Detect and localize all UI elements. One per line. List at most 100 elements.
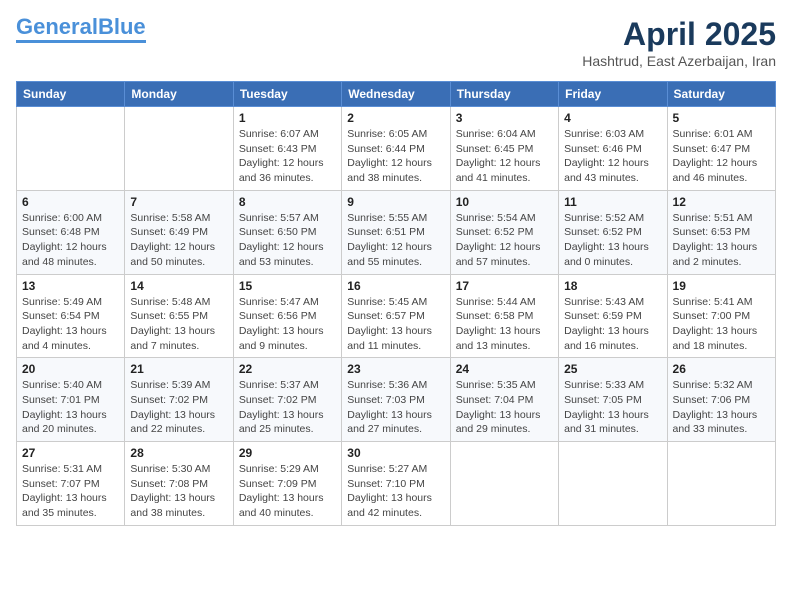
calendar-week-4: 20Sunrise: 5:40 AM Sunset: 7:01 PM Dayli… [17,358,776,442]
calendar-cell: 2 Sunrise: 6:05 AM Sunset: 6:44 PM Daylig… [342,107,450,191]
day-number: 12 [673,195,770,209]
day-header-thursday: Thursday [450,82,558,107]
day-info: Sunrise: 5:48 AM Sunset: 6:55 PM Dayligh… [130,295,227,354]
day-number: 6 [22,195,119,209]
day-info: Sunrise: 6:00 AM Sunset: 6:48 PM Dayligh… [22,211,119,270]
logo-general: General [16,14,98,39]
page-header: GeneralBlue April 2025 Hashtrud, East Az… [16,16,776,69]
day-header-sunday: Sunday [17,82,125,107]
calendar-cell [559,442,667,526]
day-header-wednesday: Wednesday [342,82,450,107]
calendar-cell: 7 Sunrise: 5:58 AM Sunset: 6:49 PM Daylig… [125,190,233,274]
calendar-cell [125,107,233,191]
title-block: April 2025 Hashtrud, East Azerbaijan, Ir… [582,16,776,69]
day-info: Sunrise: 6:01 AM Sunset: 6:47 PM Dayligh… [673,127,770,186]
day-number: 1 [239,111,336,125]
day-number: 5 [673,111,770,125]
day-number: 24 [456,362,553,376]
day-number: 9 [347,195,444,209]
calendar-cell: 9 Sunrise: 5:55 AM Sunset: 6:51 PM Daylig… [342,190,450,274]
day-number: 7 [130,195,227,209]
calendar-cell: 13Sunrise: 5:49 AM Sunset: 6:54 PM Dayli… [17,274,125,358]
calendar-cell: 21Sunrise: 5:39 AM Sunset: 7:02 PM Dayli… [125,358,233,442]
month-title: April 2025 [582,16,776,53]
calendar-week-3: 13Sunrise: 5:49 AM Sunset: 6:54 PM Dayli… [17,274,776,358]
day-number: 15 [239,279,336,293]
calendar-cell [450,442,558,526]
location-subtitle: Hashtrud, East Azerbaijan, Iran [582,53,776,69]
calendar-cell: 1 Sunrise: 6:07 AM Sunset: 6:43 PM Daylig… [233,107,341,191]
day-info: Sunrise: 5:31 AM Sunset: 7:07 PM Dayligh… [22,462,119,521]
day-info: Sunrise: 5:39 AM Sunset: 7:02 PM Dayligh… [130,378,227,437]
day-number: 27 [22,446,119,460]
day-header-saturday: Saturday [667,82,775,107]
day-number: 19 [673,279,770,293]
day-header-monday: Monday [125,82,233,107]
day-info: Sunrise: 5:54 AM Sunset: 6:52 PM Dayligh… [456,211,553,270]
day-info: Sunrise: 5:32 AM Sunset: 7:06 PM Dayligh… [673,378,770,437]
day-info: Sunrise: 5:57 AM Sunset: 6:50 PM Dayligh… [239,211,336,270]
day-info: Sunrise: 5:33 AM Sunset: 7:05 PM Dayligh… [564,378,661,437]
calendar-cell: 3 Sunrise: 6:04 AM Sunset: 6:45 PM Daylig… [450,107,558,191]
calendar-cell: 10 Sunrise: 5:54 AM Sunset: 6:52 PM Dayli… [450,190,558,274]
calendar-cell: 24Sunrise: 5:35 AM Sunset: 7:04 PM Dayli… [450,358,558,442]
calendar-header-row: SundayMondayTuesdayWednesdayThursdayFrid… [17,82,776,107]
day-info: Sunrise: 6:05 AM Sunset: 6:44 PM Dayligh… [347,127,444,186]
logo-blue: Blue [98,14,146,39]
day-info: Sunrise: 5:36 AM Sunset: 7:03 PM Dayligh… [347,378,444,437]
calendar-week-5: 27 Sunrise: 5:31 AM Sunset: 7:07 PM Dayli… [17,442,776,526]
calendar-cell: 30Sunrise: 5:27 AM Sunset: 7:10 PM Dayli… [342,442,450,526]
day-info: Sunrise: 5:58 AM Sunset: 6:49 PM Dayligh… [130,211,227,270]
calendar-cell: 18 Sunrise: 5:43 AM Sunset: 6:59 PM Dayli… [559,274,667,358]
day-number: 22 [239,362,336,376]
calendar-cell: 27 Sunrise: 5:31 AM Sunset: 7:07 PM Dayli… [17,442,125,526]
day-number: 26 [673,362,770,376]
day-info: Sunrise: 5:44 AM Sunset: 6:58 PM Dayligh… [456,295,553,354]
day-number: 2 [347,111,444,125]
calendar-cell: 12 Sunrise: 5:51 AM Sunset: 6:53 PM Dayli… [667,190,775,274]
day-number: 17 [456,279,553,293]
day-number: 10 [456,195,553,209]
day-number: 23 [347,362,444,376]
day-info: Sunrise: 5:29 AM Sunset: 7:09 PM Dayligh… [239,462,336,521]
calendar-week-2: 6 Sunrise: 6:00 AM Sunset: 6:48 PM Daylig… [17,190,776,274]
day-info: Sunrise: 5:47 AM Sunset: 6:56 PM Dayligh… [239,295,336,354]
day-info: Sunrise: 6:07 AM Sunset: 6:43 PM Dayligh… [239,127,336,186]
day-number: 20 [22,362,119,376]
day-info: Sunrise: 5:55 AM Sunset: 6:51 PM Dayligh… [347,211,444,270]
day-number: 25 [564,362,661,376]
calendar-cell: 19 Sunrise: 5:41 AM Sunset: 7:00 PM Dayli… [667,274,775,358]
calendar-cell: 25 Sunrise: 5:33 AM Sunset: 7:05 PM Dayli… [559,358,667,442]
day-number: 4 [564,111,661,125]
calendar-cell: 8 Sunrise: 5:57 AM Sunset: 6:50 PM Daylig… [233,190,341,274]
calendar-cell: 6 Sunrise: 6:00 AM Sunset: 6:48 PM Daylig… [17,190,125,274]
calendar-cell: 4Sunrise: 6:03 AM Sunset: 6:46 PM Daylig… [559,107,667,191]
calendar-cell: 14Sunrise: 5:48 AM Sunset: 6:55 PM Dayli… [125,274,233,358]
day-info: Sunrise: 5:37 AM Sunset: 7:02 PM Dayligh… [239,378,336,437]
day-header-friday: Friday [559,82,667,107]
calendar-cell: 29Sunrise: 5:29 AM Sunset: 7:09 PM Dayli… [233,442,341,526]
calendar-cell [17,107,125,191]
day-info: Sunrise: 5:30 AM Sunset: 7:08 PM Dayligh… [130,462,227,521]
calendar-cell: 23 Sunrise: 5:36 AM Sunset: 7:03 PM Dayli… [342,358,450,442]
calendar-cell: 20Sunrise: 5:40 AM Sunset: 7:01 PM Dayli… [17,358,125,442]
day-info: Sunrise: 6:04 AM Sunset: 6:45 PM Dayligh… [456,127,553,186]
day-info: Sunrise: 5:51 AM Sunset: 6:53 PM Dayligh… [673,211,770,270]
day-info: Sunrise: 5:27 AM Sunset: 7:10 PM Dayligh… [347,462,444,521]
day-number: 11 [564,195,661,209]
day-number: 8 [239,195,336,209]
calendar-cell: 28Sunrise: 5:30 AM Sunset: 7:08 PM Dayli… [125,442,233,526]
day-number: 16 [347,279,444,293]
day-info: Sunrise: 5:43 AM Sunset: 6:59 PM Dayligh… [564,295,661,354]
logo: GeneralBlue [16,16,146,43]
day-number: 18 [564,279,661,293]
calendar-cell [667,442,775,526]
calendar-cell: 5 Sunrise: 6:01 AM Sunset: 6:47 PM Daylig… [667,107,775,191]
calendar-table: SundayMondayTuesdayWednesdayThursdayFrid… [16,81,776,526]
day-number: 13 [22,279,119,293]
day-info: Sunrise: 5:41 AM Sunset: 7:00 PM Dayligh… [673,295,770,354]
calendar-week-1: 1 Sunrise: 6:07 AM Sunset: 6:43 PM Daylig… [17,107,776,191]
day-header-tuesday: Tuesday [233,82,341,107]
day-number: 3 [456,111,553,125]
day-info: Sunrise: 5:52 AM Sunset: 6:52 PM Dayligh… [564,211,661,270]
